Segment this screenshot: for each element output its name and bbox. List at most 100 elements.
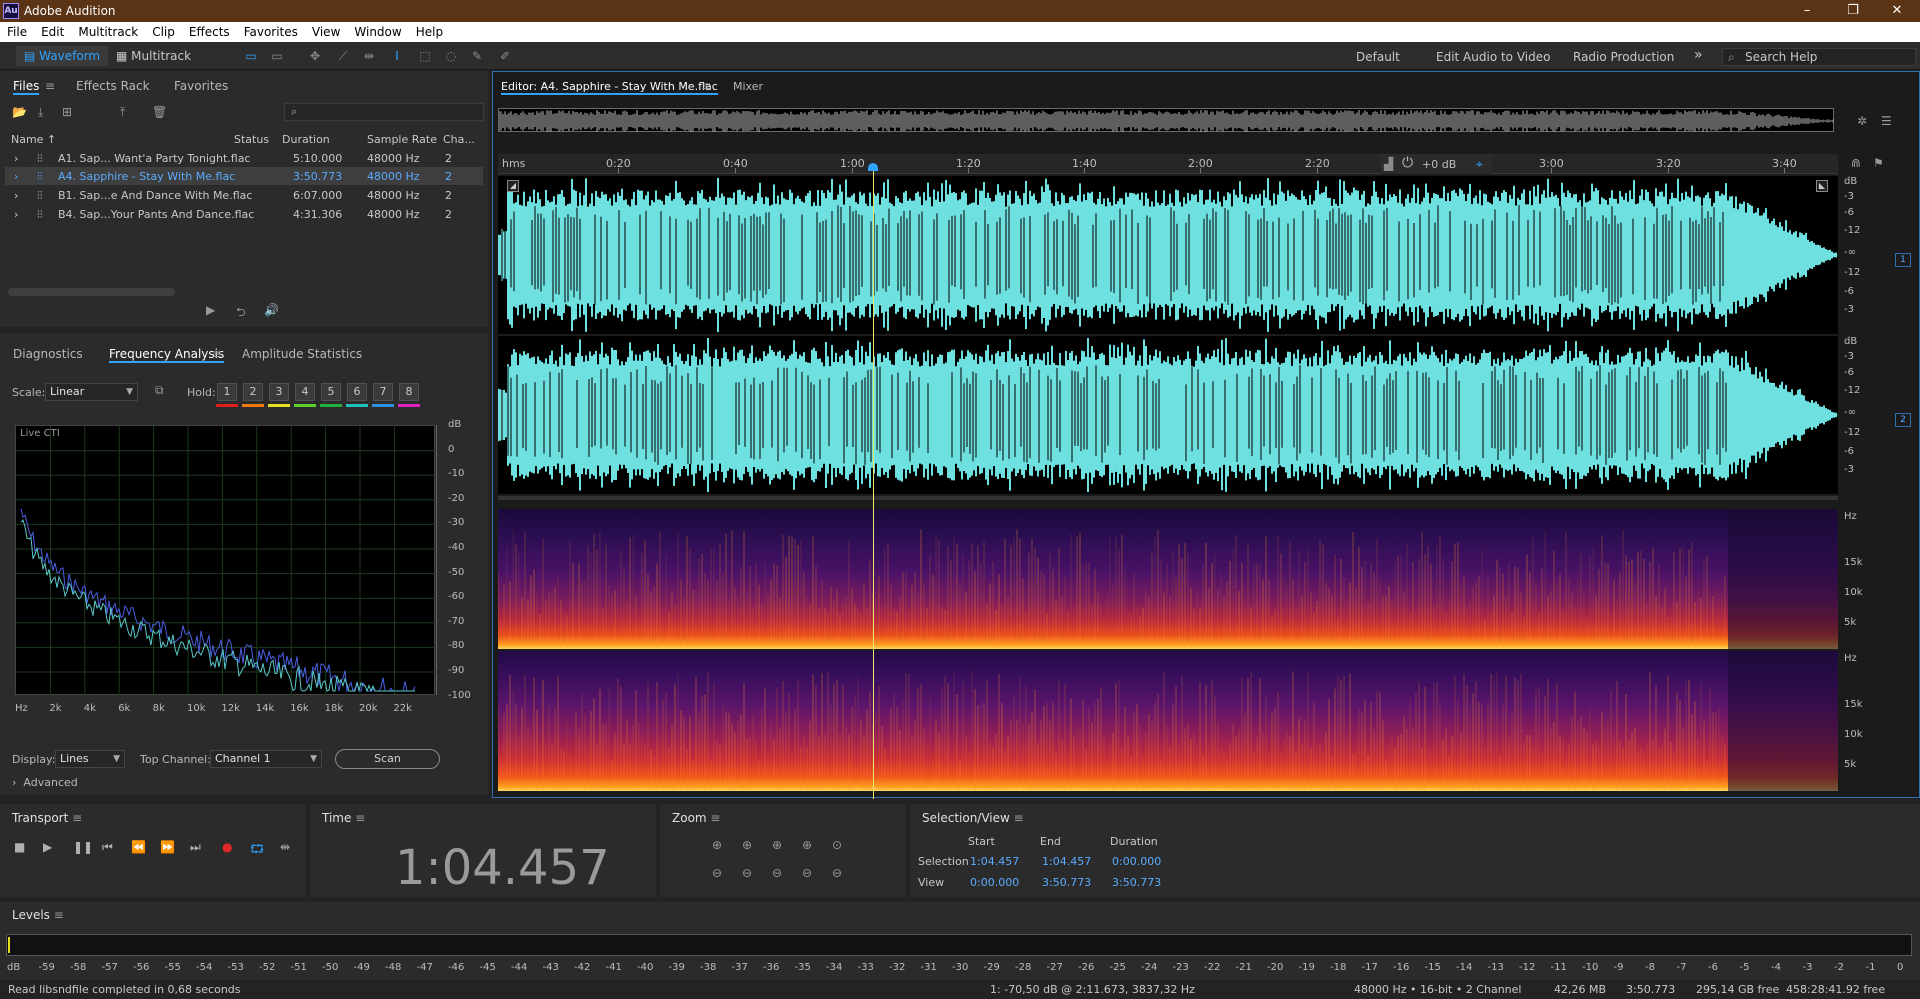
search-help-input[interactable]: ⌕ Search Help [1722, 48, 1916, 66]
zoom-selected-clips-icon[interactable]: ⊖ [832, 866, 842, 880]
marker-icon[interactable]: ⚑ [1873, 156, 1884, 170]
multitrack-view-button[interactable]: ▦ Multitrack [108, 46, 199, 66]
expand-icon[interactable]: › [14, 189, 18, 202]
razor-tool-icon[interactable]: ⟋ [334, 47, 352, 65]
skip-selection-icon[interactable]: ⇹ [280, 840, 290, 854]
spot-healing-tool-icon[interactable]: ✐ [496, 47, 514, 65]
file-row-selected[interactable]: › ⫶⫶ A4. Sapphire - Stay With Me.flac 3:… [5, 167, 483, 185]
zoom-in-right-icon[interactable]: ⊕ [802, 838, 812, 852]
hold-button-3[interactable]: 3 [269, 383, 289, 401]
maximize-button[interactable]: ❐ [1830, 0, 1876, 22]
magnet-icon[interactable]: ⋒ [1851, 156, 1861, 170]
slip-tool-icon[interactable]: ⇹ [360, 47, 378, 65]
tab-amplitude-statistics[interactable]: Amplitude Statistics [242, 347, 362, 361]
menu-file[interactable]: File [0, 22, 34, 39]
tab-favorites[interactable]: Favorites [174, 79, 228, 93]
close-button[interactable]: ✕ [1874, 0, 1920, 22]
menu-favorites[interactable]: Favorites [237, 22, 305, 39]
spectrogram-channel-2[interactable] [498, 651, 1838, 791]
zoom-to-selection-icon[interactable]: ⊖ [772, 866, 782, 880]
hold-button-1[interactable]: 1 [217, 383, 237, 401]
insert-into-multitrack-icon[interactable]: ⤒ [120, 105, 125, 120]
zoom-reset-icon[interactable]: ⊙ [832, 838, 842, 852]
loop-preview-icon[interactable]: ⮌ [236, 303, 246, 324]
selection-start[interactable]: 1:04.457 [970, 855, 1019, 868]
column-channels[interactable]: Cha... [443, 133, 475, 146]
menu-multitrack[interactable]: Multitrack [71, 22, 145, 39]
spectral-pitch-icon[interactable]: ▭ [268, 47, 286, 65]
lock-to-cti-icon[interactable]: ⧉ [155, 383, 164, 398]
zoom-in-left-icon[interactable]: ⊕ [772, 838, 782, 852]
current-time-indicator[interactable] [873, 167, 874, 799]
channel-1-badge[interactable]: 1 [1895, 253, 1911, 267]
autoplay-icon[interactable]: 🔊 [264, 303, 279, 317]
expand-icon[interactable]: › [14, 170, 18, 183]
workspace-default[interactable]: Default [1356, 50, 1400, 64]
play-icon[interactable]: ▶ [43, 840, 52, 854]
panel-menu-icon[interactable]: ≡ [355, 811, 365, 825]
tab-effects-rack[interactable]: Effects Rack [76, 79, 150, 93]
time-display[interactable]: 1:04.457 [395, 840, 610, 896]
delete-file-icon[interactable]: 🗑 [152, 105, 167, 119]
zoom-out-amplitude-icon[interactable]: ⊖ [712, 866, 722, 880]
rewind-icon[interactable]: ⏪ [131, 840, 146, 854]
zoom-navigator-icon[interactable]: ✲ [1857, 114, 1867, 128]
selection-end[interactable]: 1:04.457 [1042, 855, 1091, 868]
time-selection-tool-icon[interactable]: I [388, 47, 406, 65]
panel-menu-icon[interactable]: ≡ [1014, 811, 1024, 825]
file-row[interactable]: › ⫶⫶ B1. Sap...e And Dance With Me.flac … [5, 186, 483, 204]
scale-select[interactable]: Linear ▼ [45, 383, 138, 401]
expand-icon[interactable]: › [14, 208, 18, 221]
minimize-button[interactable]: – [1784, 0, 1830, 22]
top-channel-select[interactable]: Channel 1 ▼ [210, 750, 322, 768]
display-select[interactable]: Lines ▼ [55, 750, 125, 768]
panel-menu-icon[interactable]: ≡ [212, 347, 222, 361]
waveform-channel-1[interactable] [498, 176, 1838, 334]
overview-navigator[interactable] [498, 108, 1834, 132]
view-duration[interactable]: 3:50.773 [1112, 876, 1161, 889]
zoom-in-amplitude-icon[interactable]: ⊕ [712, 838, 722, 852]
zoom-out-full-icon[interactable]: ⊖ [802, 866, 812, 880]
file-row[interactable]: › ⫶⫶ B4. Sap...Your Pants And Dance.flac… [5, 205, 483, 223]
files-horizontal-scrollbar[interactable] [8, 288, 175, 296]
fade-in-handle-icon[interactable]: ◢ [507, 180, 519, 192]
hold-button-8[interactable]: 8 [399, 383, 419, 401]
advanced-toggle[interactable]: › Advanced [12, 776, 78, 789]
time-ruler[interactable]: hms 0:20 0:40 1:00 1:20 1:40 2:00 2:20 3:00 3:20 3… [498, 154, 1838, 174]
view-start[interactable]: 0:00.000 [970, 876, 1019, 889]
scan-button[interactable]: Scan [335, 749, 440, 769]
tab-files[interactable]: Files [13, 79, 40, 95]
fade-out-handle-icon[interactable]: ◣ [1816, 180, 1828, 192]
panel-menu-icon[interactable]: ≡ [701, 79, 711, 93]
column-status[interactable]: Status [234, 133, 269, 146]
open-file-icon[interactable]: 📂 [12, 105, 27, 119]
pause-icon[interactable]: ❚❚ [73, 840, 93, 854]
more-workspaces-button[interactable]: » [1694, 47, 1703, 63]
brush-tool-icon[interactable]: ✎ [468, 47, 486, 65]
gain-knob-icon[interactable]: ⏻ [1402, 155, 1413, 171]
column-name[interactable]: Name ↑ [11, 133, 56, 146]
stop-icon[interactable]: ■ [14, 840, 25, 854]
files-search-input[interactable]: ⌕ [284, 103, 484, 121]
hold-button-4[interactable]: 4 [295, 383, 315, 401]
record-icon[interactable]: ● [222, 840, 232, 854]
play-preview-icon[interactable]: ▶ [206, 303, 215, 317]
panel-menu-icon[interactable]: ≡ [45, 79, 55, 93]
panel-menu-icon[interactable]: ≡ [710, 811, 720, 825]
hold-button-6[interactable]: 6 [347, 383, 367, 401]
pin-hud-icon[interactable]: ⌖ [1476, 157, 1483, 172]
menu-edit[interactable]: Edit [34, 22, 71, 39]
zoom-out-time-icon[interactable]: ⊖ [742, 866, 752, 880]
spectral-frequency-icon[interactable]: ▭ [242, 47, 260, 65]
fast-forward-icon[interactable]: ⏩ [160, 840, 175, 854]
hold-button-5[interactable]: 5 [321, 383, 341, 401]
marquee-tool-icon[interactable]: ⬚ [416, 47, 434, 65]
playhead-handle[interactable] [868, 163, 878, 171]
move-to-next-icon[interactable]: ⏭ [190, 840, 201, 855]
column-sample-rate[interactable]: Sample Rate [367, 133, 437, 146]
display-options-icon[interactable]: ☰ [1881, 114, 1892, 128]
import-file-icon[interactable]: ⤓ [38, 105, 43, 120]
hud-gain[interactable]: ▟ ⏻ +0 dB ⌖ [1380, 154, 1492, 174]
tab-diagnostics[interactable]: Diagnostics [13, 347, 83, 361]
view-end[interactable]: 3:50.773 [1042, 876, 1091, 889]
